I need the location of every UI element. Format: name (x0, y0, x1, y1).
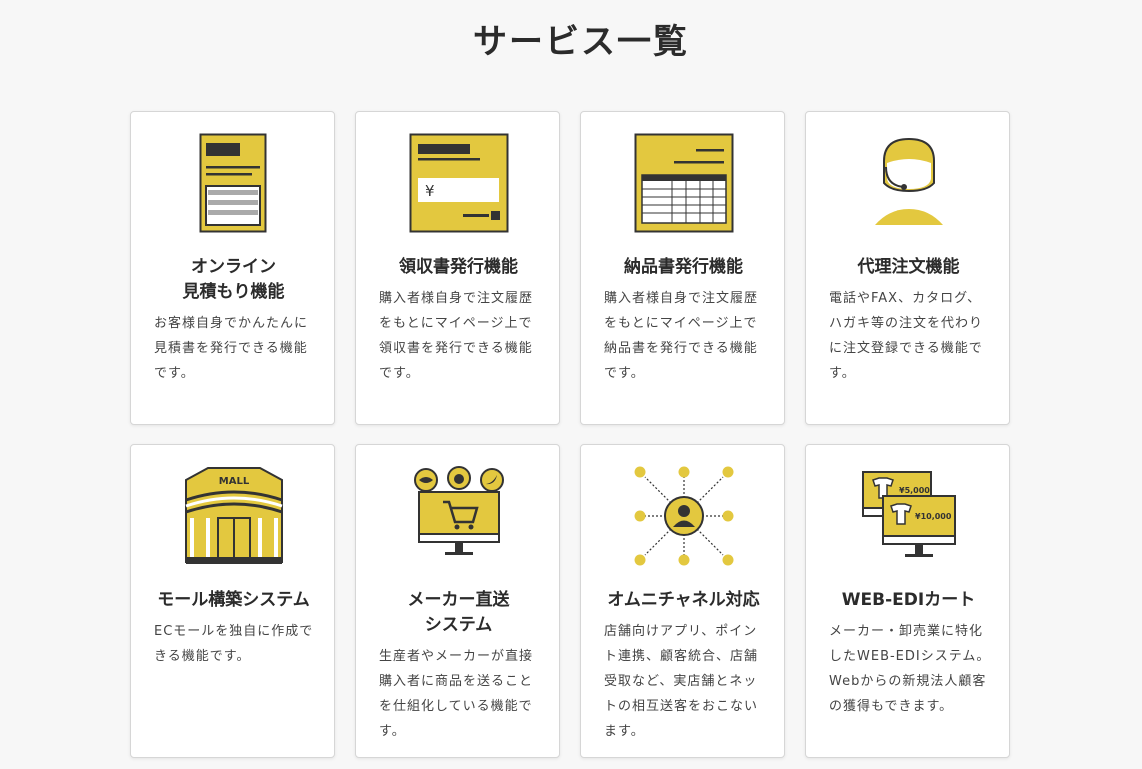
card-title: オンライン 見積もり機能 (182, 257, 285, 302)
service-card-online-estimate[interactable]: オンライン 見積もり機能 お客様自身でかんたんに見積書を発行できる機能です。 (130, 111, 335, 425)
svg-text:¥: ¥ (425, 182, 435, 200)
card-title: モール構築システム (157, 590, 310, 610)
service-card-proxy-order[interactable]: 代理注文機能 電話やFAX、カタログ、ハガキ等の注文を代わりに注文登録できる機能… (805, 111, 1010, 425)
card-description: メーカー・卸売業に特化したWEB-EDIシステム。Webからの新規法人顧客の獲得… (829, 624, 991, 714)
delivery-slip-icon (581, 130, 786, 236)
service-card-direct-shipping[interactable]: メーカー直送 システム 生産者やメーカーが直接購入者に商品を送ることを仕組化して… (355, 444, 560, 758)
card-description: 店舗向けアプリ、ポイント連携、顧客統合、店舗受取など、実店舗とネットの相互送客を… (604, 624, 759, 739)
service-card-omnichannel[interactable]: オムニチャネル対応 店舗向けアプリ、ポイント連携、顧客統合、店舗受取など、実店舗… (580, 444, 785, 758)
card-title: 領収書発行機能 (399, 257, 518, 277)
monitor-cart-icon (356, 463, 561, 569)
mall-sign-text: MALL (218, 476, 249, 487)
estimate-document-icon (131, 130, 336, 236)
card-title: 代理注文機能 (857, 257, 960, 277)
card-title: メーカー直送 システム (407, 590, 510, 635)
price-label: ¥10,000 (915, 512, 952, 521)
card-description: 電話やFAX、カタログ、ハガキ等の注文を代わりに注文登録できる機能です。 (829, 291, 984, 381)
card-title: 納品書発行機能 (624, 257, 743, 277)
card-description: ECモールを独自に作成できる機能です。 (154, 624, 314, 664)
omni-network-icon (581, 463, 786, 569)
card-description: 生産者やメーカーが直接購入者に商品を送ることを仕組化している機能です。 (379, 649, 534, 739)
card-description: お客様自身でかんたんに見積書を発行できる機能です。 (154, 316, 309, 381)
card-title: オムニチャネル対応 (607, 590, 760, 610)
card-title: WEB-EDIカート (841, 590, 976, 610)
service-card-receipt[interactable]: ¥ 領収書発行機能 購入者様自身で注文履歴をもとにマイページ上で領収書を発行でき… (355, 111, 560, 425)
page-title: サービス一覧 (473, 22, 689, 62)
mall-building-icon: MALL (131, 463, 336, 569)
service-card-mall[interactable]: MALL モール構築システム ECモールを独自に作成できる機能です。 (130, 444, 335, 758)
card-description: 購入者様自身で注文履歴をもとにマイページ上で領収書を発行できる機能です。 (379, 291, 534, 381)
service-card-web-edi[interactable]: ¥5,000 ¥10,000 WEB-EDIカート メーカー・卸売業に特化したW… (805, 444, 1010, 758)
card-description: 購入者様自身で注文履歴をもとにマイページ上で納品書を発行できる機能です。 (604, 291, 759, 381)
operator-headset-icon (806, 130, 1011, 236)
price-label: ¥5,000 (899, 486, 930, 495)
service-card-delivery-slip[interactable]: 納品書発行機能 購入者様自身で注文履歴をもとにマイページ上で納品書を発行できる機… (580, 111, 785, 425)
receipt-icon: ¥ (356, 130, 561, 236)
web-edi-monitors-icon: ¥5,000 ¥10,000 (806, 463, 1011, 569)
